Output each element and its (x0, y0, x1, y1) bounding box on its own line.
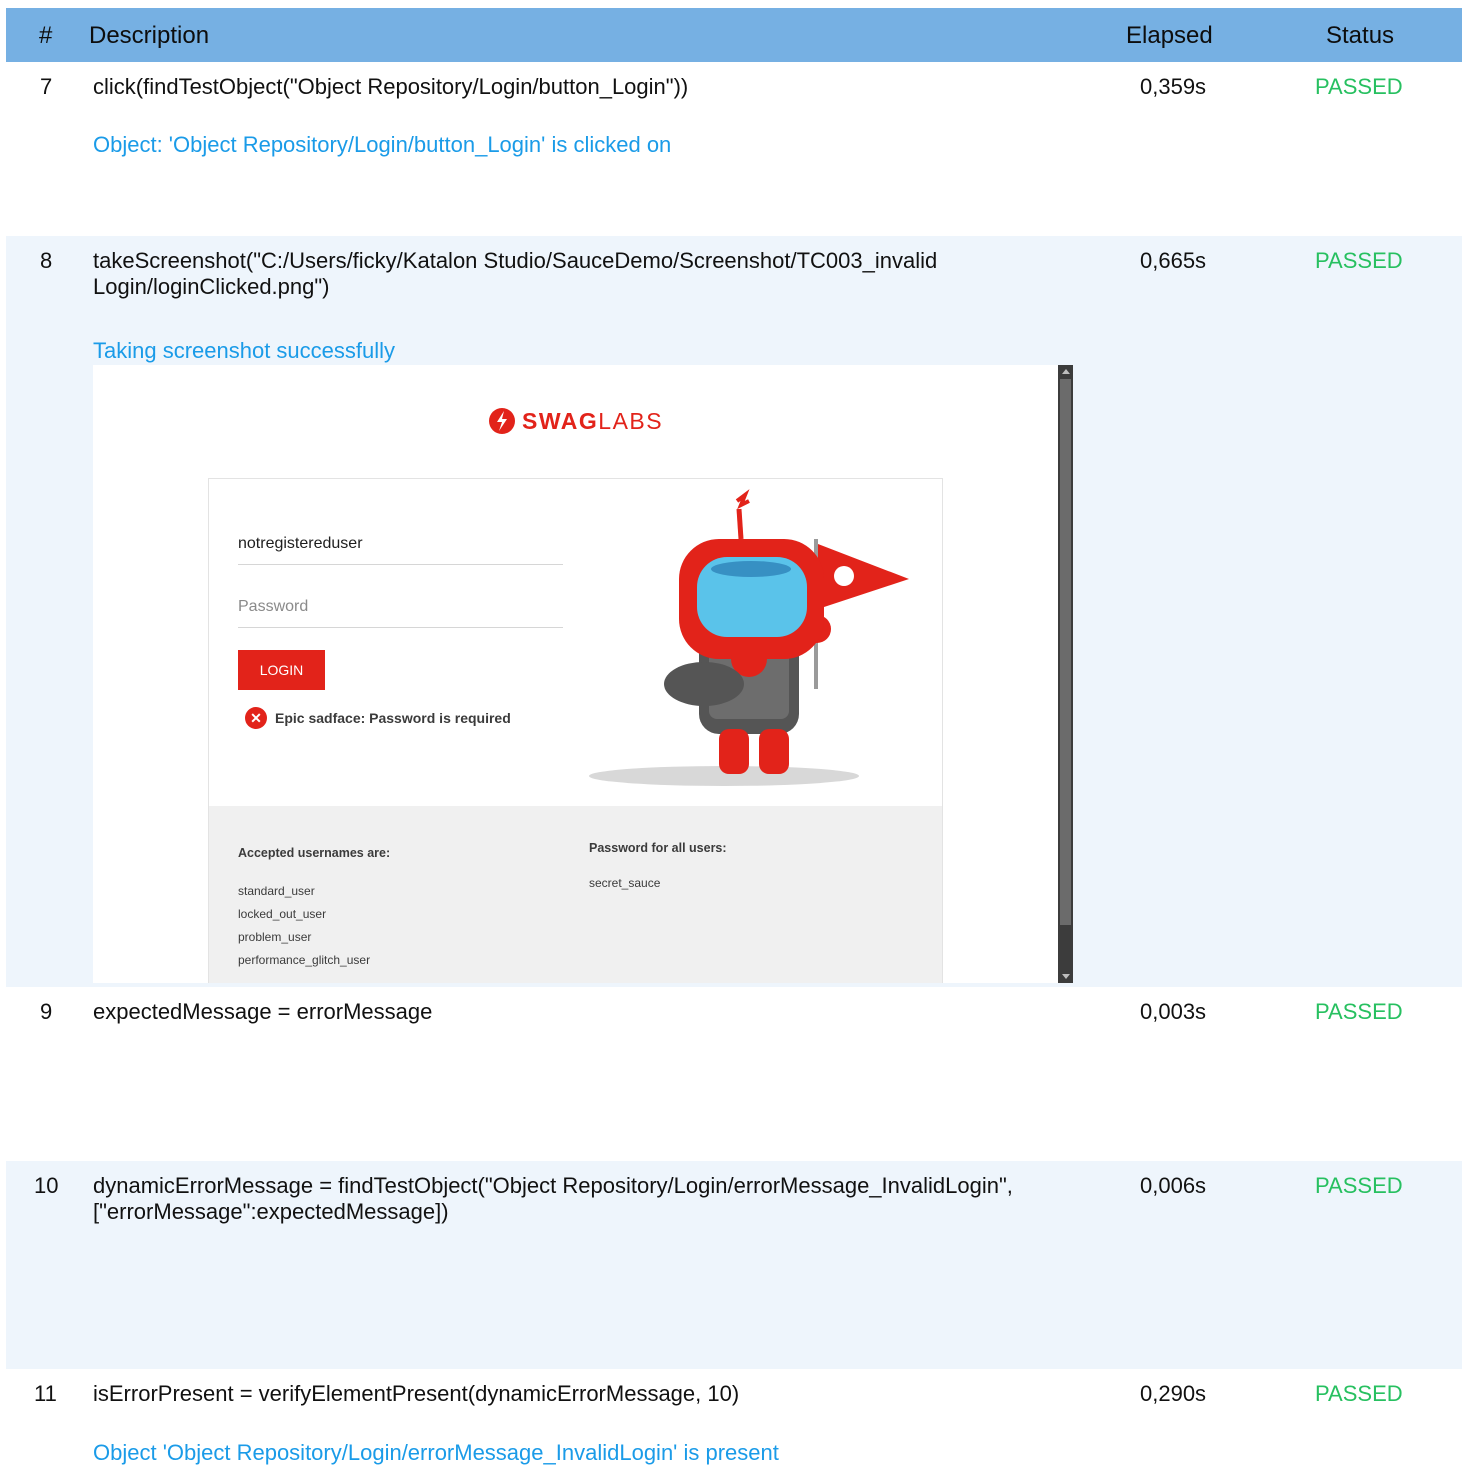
step-description: dynamicErrorMessage = findTestObject("Ob… (93, 1173, 1013, 1224)
step-status: PASSED (1315, 999, 1403, 1024)
step-status: PASSED (1315, 248, 1403, 273)
step-description: expectedMessage = errorMessage (93, 999, 433, 1024)
col-description-header: Description (89, 22, 210, 49)
error-x-icon: ✕ (245, 707, 267, 729)
col-elapsed-header: Elapsed (1126, 22, 1213, 49)
robot-mascot-icon (589, 489, 909, 786)
table-row: 7 click(findTestObject("Object Repositor… (6, 62, 1462, 236)
list-item: locked_out_user (238, 907, 327, 921)
list-item: problem_user (238, 930, 312, 944)
password-input[interactable]: Password (238, 594, 563, 628)
error-message: ✕ Epic sadface: Password is required (245, 707, 511, 729)
list-item: standard_user (238, 884, 315, 898)
step-message: Object 'Object Repository/Login/errorMes… (93, 1440, 779, 1465)
step-elapsed: 0,359s (1140, 74, 1207, 99)
step-number: 10 (34, 1173, 59, 1198)
scrollbar-thumb[interactable] (1060, 379, 1071, 925)
step-number: 9 (40, 999, 53, 1024)
swag-labs-logo: SWAGLABS (488, 407, 663, 435)
step-message: Taking screenshot successfully (93, 338, 396, 363)
step-status: PASSED (1315, 1381, 1403, 1406)
credentials-footer: Accepted usernames are: standard_user lo… (209, 806, 942, 983)
screenshot-scrollbar[interactable] (1058, 365, 1073, 983)
logo-text-light: LABS (598, 407, 664, 434)
step-elapsed: 0,665s (1140, 248, 1207, 273)
step-status: PASSED (1315, 1173, 1403, 1198)
step-elapsed: 0,006s (1140, 1173, 1207, 1198)
col-num-header: # (39, 22, 53, 49)
step-elapsed: 0,003s (1140, 999, 1207, 1024)
scroll-up-icon[interactable] (1062, 369, 1070, 374)
step-number: 11 (34, 1381, 57, 1406)
password-heading: Password for all users: (589, 841, 727, 855)
step-description: takeScreenshot("C:/Users/ficky/Katalon S… (93, 248, 938, 299)
username-input[interactable]: notregistereduser (238, 531, 563, 565)
table-row: 11 isErrorPresent = verifyElementPresent… (6, 1369, 1462, 1465)
col-status-header: Status (1326, 22, 1395, 49)
step-number: 7 (40, 74, 53, 99)
usernames-heading: Accepted usernames are: (238, 846, 391, 860)
error-text: Epic sadface: Password is required (275, 710, 511, 726)
swag-logo-icon (489, 408, 515, 434)
step-description: click(findTestObject("Object Repository/… (93, 74, 689, 99)
scroll-down-icon[interactable] (1062, 974, 1070, 979)
login-button[interactable]: LOGIN (238, 650, 325, 690)
step-elapsed: 0,290s (1140, 1381, 1207, 1406)
step-status: PASSED (1315, 74, 1403, 99)
password-value: secret_sauce (589, 876, 661, 890)
step-message: Object: 'Object Repository/Login/button_… (93, 132, 672, 157)
step-number: 8 (40, 248, 53, 273)
table-row: 10 dynamicErrorMessage = findTestObject(… (6, 1161, 1462, 1369)
usernames-list: standard_user locked_out_user problem_us… (238, 880, 370, 972)
table-header: # Description Elapsed Status (6, 8, 1462, 62)
list-item: performance_glitch_user (238, 953, 371, 967)
logo-text-bold: SWAG (522, 407, 599, 434)
login-card: notregistereduser Password LOGIN ✕ Epic … (208, 478, 943, 983)
step-screenshot: SWAGLABS notregistereduser Password LOGI… (93, 365, 1073, 983)
step-description: isErrorPresent = verifyElementPresent(dy… (93, 1381, 740, 1406)
table-row: 9 expectedMessage = errorMessage 0,003s … (6, 987, 1462, 1161)
